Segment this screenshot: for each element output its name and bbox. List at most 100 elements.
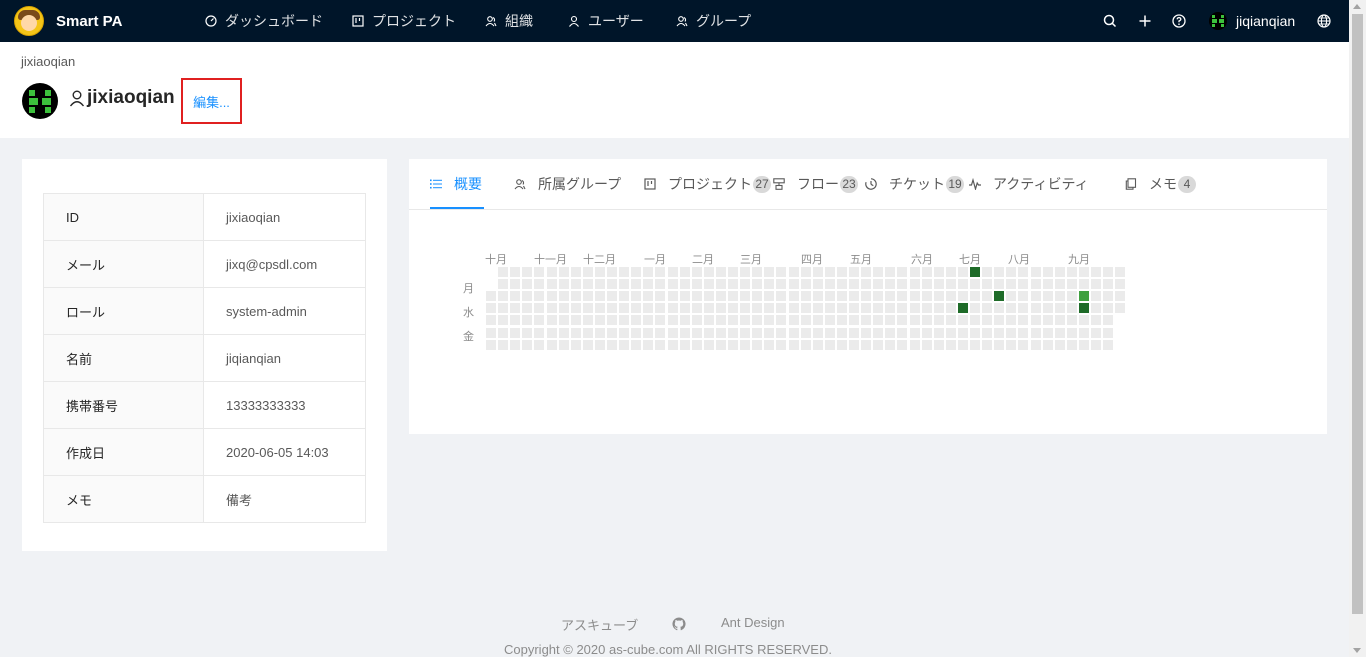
heatmap-cell[interactable] [1042, 327, 1053, 338]
heatmap-cell[interactable] [1054, 279, 1065, 290]
heatmap-cell[interactable] [873, 279, 884, 290]
heatmap-cell[interactable] [1066, 315, 1077, 326]
heatmap-cell[interactable] [897, 339, 908, 350]
heatmap-cell[interactable] [836, 291, 847, 302]
heatmap-cell[interactable] [546, 267, 557, 277]
heatmap-cell[interactable] [752, 315, 763, 326]
heatmap-cell[interactable] [1006, 327, 1017, 338]
heatmap-cell[interactable] [849, 303, 859, 314]
help-icon[interactable] [1171, 13, 1187, 29]
heatmap-cell[interactable] [534, 291, 545, 302]
heatmap-cell[interactable] [836, 267, 847, 277]
heatmap-cell[interactable] [1042, 279, 1053, 290]
heatmap-cell[interactable] [558, 315, 569, 326]
heatmap-cell[interactable] [909, 327, 920, 338]
heatmap-cell[interactable] [1103, 327, 1114, 338]
heatmap-cell[interactable] [631, 327, 642, 338]
heatmap-cell[interactable] [1018, 291, 1029, 302]
heatmap-cell[interactable] [970, 303, 980, 314]
heatmap-cell[interactable] [1091, 303, 1101, 314]
heatmap-cell[interactable] [873, 291, 884, 302]
heatmap-cell[interactable] [546, 291, 557, 302]
heatmap-cell[interactable] [836, 279, 847, 290]
heatmap-cell[interactable] [752, 291, 763, 302]
heatmap-cell[interactable] [1091, 339, 1101, 350]
heatmap-cell[interactable] [643, 279, 654, 290]
heatmap-cell[interactable] [582, 291, 593, 302]
heatmap-cell[interactable] [764, 267, 775, 277]
heatmap-cell[interactable] [861, 291, 872, 302]
heatmap-cell[interactable] [498, 279, 509, 290]
heatmap-cell[interactable] [982, 303, 993, 314]
heatmap-cell[interactable] [957, 327, 968, 338]
heatmap-cell[interactable] [498, 303, 509, 314]
heatmap-cell[interactable] [486, 327, 496, 338]
heatmap-cell[interactable] [970, 339, 980, 350]
heatmap-cell[interactable] [570, 339, 581, 350]
heatmap-cell[interactable] [691, 339, 702, 350]
heatmap-cell[interactable] [522, 339, 533, 350]
search-icon[interactable] [1102, 13, 1118, 29]
heatmap-cell[interactable] [1030, 303, 1041, 314]
heatmap-cell[interactable] [945, 291, 956, 302]
tab-groups[interactable]: 所属グループ [514, 159, 621, 209]
heatmap-cell[interactable] [812, 339, 823, 350]
heatmap-cell[interactable] [1042, 291, 1053, 302]
heatmap-cell[interactable] [607, 303, 617, 314]
heatmap-cell[interactable] [897, 279, 908, 290]
heatmap-cell[interactable] [788, 315, 799, 326]
heatmap-cell[interactable] [1054, 291, 1065, 302]
heatmap-cell[interactable] [788, 291, 799, 302]
heatmap-cell[interactable] [1042, 339, 1053, 350]
heatmap-cell[interactable] [679, 303, 690, 314]
heatmap-cell[interactable] [897, 303, 908, 314]
heatmap-cell[interactable] [1066, 327, 1077, 338]
heatmap-cell[interactable] [824, 279, 835, 290]
heatmap-cell[interactable] [776, 303, 787, 314]
heatmap-cell[interactable] [885, 315, 896, 326]
heatmap-cell[interactable] [607, 315, 617, 326]
heatmap-cell[interactable] [1078, 315, 1089, 326]
heatmap-cell[interactable] [594, 267, 605, 277]
heatmap-cell[interactable] [836, 315, 847, 326]
heatmap-cell[interactable] [643, 291, 654, 302]
heatmap-cell[interactable] [1091, 327, 1101, 338]
heatmap-cell[interactable] [715, 279, 726, 290]
heatmap-cell[interactable] [570, 315, 581, 326]
heatmap-cell[interactable] [679, 339, 690, 350]
heatmap-cell[interactable] [957, 267, 968, 277]
heatmap-cell[interactable] [1054, 315, 1065, 326]
scroll-thumb[interactable] [1352, 14, 1363, 614]
heatmap-cell[interactable] [715, 327, 726, 338]
heatmap-cell[interactable] [546, 339, 557, 350]
heatmap-cell[interactable] [582, 327, 593, 338]
heatmap-cell[interactable] [715, 267, 726, 277]
heatmap-cell[interactable] [897, 315, 908, 326]
heatmap-cell[interactable] [582, 279, 593, 290]
heatmap-cell[interactable] [982, 315, 993, 326]
heatmap-cell[interactable] [643, 339, 654, 350]
heatmap-cell[interactable] [824, 303, 835, 314]
heatmap-cell[interactable] [873, 315, 884, 326]
heatmap-cell[interactable] [1103, 303, 1114, 314]
heatmap-cell[interactable] [619, 267, 630, 277]
heatmap-cell[interactable] [1006, 339, 1017, 350]
heatmap-cell[interactable] [498, 339, 509, 350]
heatmap-cell[interactable] [1091, 315, 1101, 326]
heatmap-cell[interactable] [849, 315, 859, 326]
heatmap-cell[interactable] [1030, 279, 1041, 290]
heatmap-cell[interactable] [764, 303, 775, 314]
heatmap-cell[interactable] [1018, 303, 1029, 314]
heatmap-cell[interactable] [740, 303, 751, 314]
heatmap-cell[interactable] [619, 339, 630, 350]
footer-link-ascube[interactable]: アスキューブ [561, 615, 638, 634]
heatmap-cell[interactable] [885, 327, 896, 338]
heatmap-cell[interactable] [631, 315, 642, 326]
heatmap-cell[interactable] [982, 279, 993, 290]
nav-users[interactable]: ユーザー [568, 0, 644, 42]
tab-tickets[interactable]: チケット 19 [865, 159, 964, 209]
heatmap-cell[interactable] [740, 339, 751, 350]
heatmap-cell[interactable] [945, 327, 956, 338]
heatmap-cell[interactable] [643, 327, 654, 338]
heatmap-cell[interactable] [982, 327, 993, 338]
